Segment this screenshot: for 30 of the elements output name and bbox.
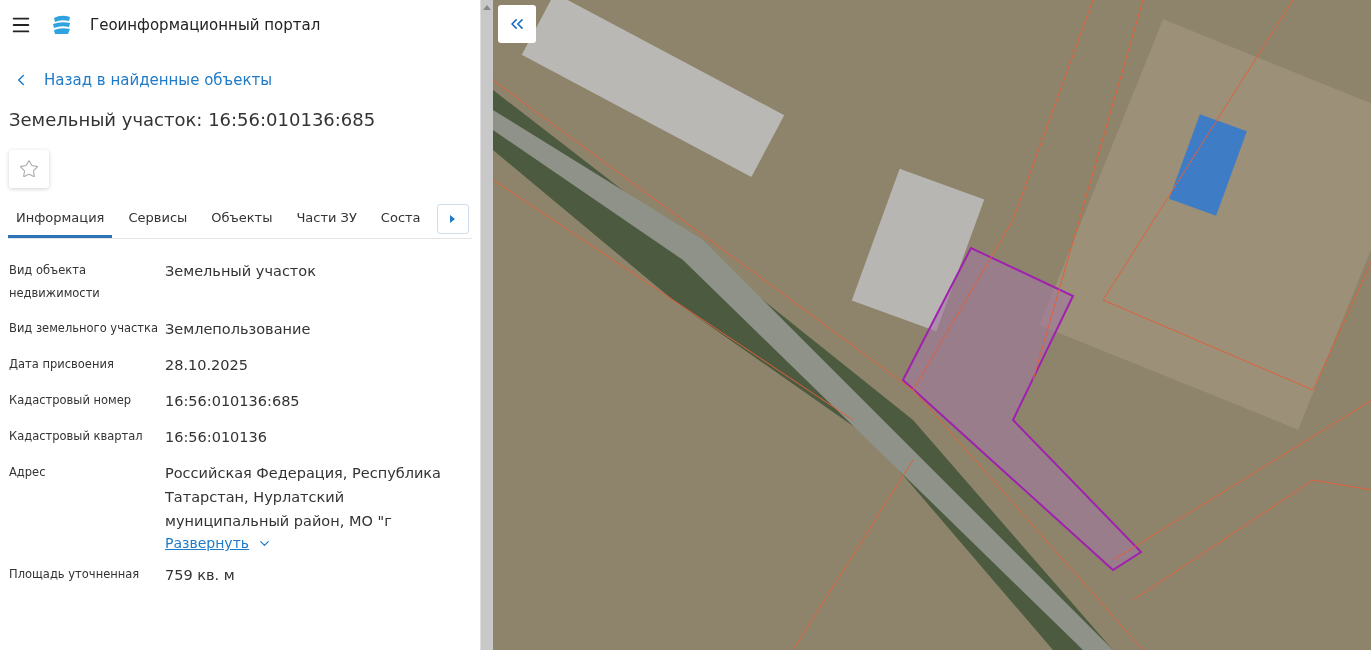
back-link[interactable]: Назад в найденные объекты bbox=[12, 71, 468, 89]
property-value: Землепользование bbox=[165, 320, 312, 339]
property-label: Площадь уточненная bbox=[9, 566, 141, 583]
property-value: 16:56:010136:685 bbox=[165, 392, 301, 411]
app-title: Геоинформационный портал bbox=[90, 16, 321, 34]
property-label: Вид земельного участка bbox=[9, 320, 159, 337]
star-icon bbox=[19, 159, 39, 179]
scrollbar[interactable] bbox=[480, 0, 493, 650]
aerial-map-drawing[interactable] bbox=[493, 0, 1371, 650]
property-label: Кадастровый квартал bbox=[9, 428, 144, 445]
tab[interactable]: Объекты bbox=[203, 202, 281, 238]
property-value: 759 кв. м bbox=[165, 566, 236, 585]
property-value: Земельный участок bbox=[165, 262, 317, 281]
property-value: Российская Федерация, Республика Татарстан, Нурлатский муниципальный район, МО "г bbox=[165, 464, 442, 531]
property-label: Вид объекта недвижимости bbox=[9, 262, 101, 302]
tab[interactable]: Сервисы bbox=[120, 202, 196, 238]
tab[interactable]: Информация bbox=[8, 202, 113, 238]
property-value: 16:56:010136 bbox=[165, 428, 269, 447]
property-label: Кадастровый номер bbox=[9, 392, 133, 409]
expand-link[interactable]: Развернуть bbox=[165, 535, 273, 551]
favorite-button[interactable] bbox=[9, 150, 49, 188]
property-label: Дата присвоения bbox=[9, 356, 115, 373]
object-title: Земельный участок: 16:56:010136:685 bbox=[9, 109, 377, 130]
collapse-panel-button[interactable] bbox=[498, 5, 536, 43]
logo-icon bbox=[50, 14, 72, 36]
scroll-tabs-button[interactable] bbox=[436, 204, 469, 234]
tab[interactable]: Соста bbox=[372, 202, 429, 238]
tab[interactable]: Части ЗУ bbox=[288, 202, 365, 238]
property-label: Адрес bbox=[9, 464, 47, 481]
property-value: 28.10.2025 bbox=[165, 356, 250, 375]
